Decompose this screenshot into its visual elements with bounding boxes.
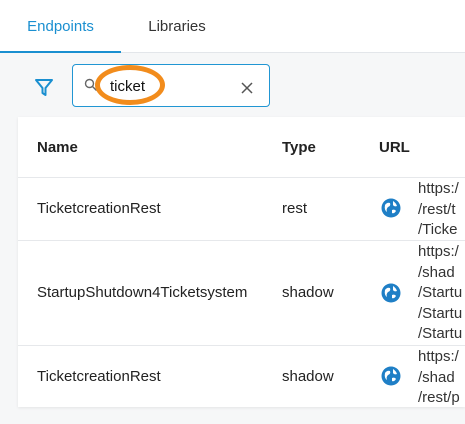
row-url: https:/ /shad /Startu /Startu /Startu [418,243,463,342]
tab-bar: Endpoints Libraries [0,0,465,53]
search-input[interactable] [110,74,230,98]
row-type: shadow [282,284,334,301]
row-type: shadow [282,368,334,385]
row-url: https:/ /shad /rest/p [418,348,460,406]
globe-icon [381,366,401,386]
column-header-type[interactable]: Type [282,139,316,156]
globe-icon [381,198,401,218]
tab-libraries[interactable]: Libraries [134,0,220,52]
endpoints-table: Name Type URL TicketcreationRest rest ht… [18,117,465,407]
row-name: TicketcreationRest [37,200,161,217]
table-row[interactable]: TicketcreationRest rest https:/ /rest/t … [18,177,465,241]
search-field[interactable] [72,64,270,107]
row-name: TicketcreationRest [37,368,161,385]
column-header-url[interactable]: URL [379,139,410,156]
funnel-icon[interactable] [34,78,54,98]
row-type: rest [282,200,308,217]
search-icon [84,78,97,91]
table-row[interactable]: StartupShutdown4Ticketsystem shadow http… [18,240,465,346]
table-row[interactable]: TicketcreationRest shadow https:/ /shad … [18,345,465,407]
column-header-name[interactable]: Name [37,139,78,156]
row-name: StartupShutdown4Ticketsystem [37,284,248,301]
tab-endpoints[interactable]: Endpoints [0,0,121,53]
globe-icon [381,283,401,303]
close-icon[interactable] [241,82,253,94]
row-url: https:/ /rest/t /Ticke [418,180,459,238]
